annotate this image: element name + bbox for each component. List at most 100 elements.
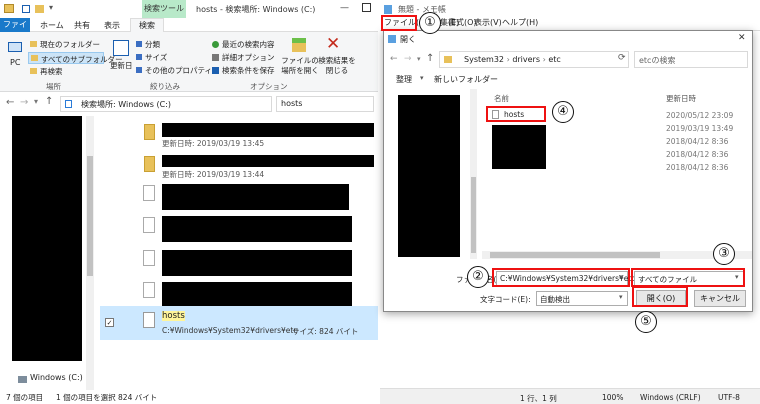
- notepad-title: 無題 - メモ帳: [398, 5, 446, 14]
- advanced-options-button[interactable]: 詳細オプション: [222, 52, 275, 63]
- dialog-forward-icon[interactable]: →: [404, 54, 412, 64]
- dialog-up-icon[interactable]: ↑: [426, 53, 434, 64]
- list-item[interactable]: [100, 214, 378, 246]
- selected-file-size: サイズ: 824 バイト: [292, 327, 359, 336]
- dialog-search-placeholder: etcの検索: [639, 56, 676, 65]
- encoding-select[interactable]: 自動検出 ▾: [536, 291, 628, 306]
- file-icon: [143, 312, 155, 328]
- selection-checkbox[interactable]: ✓: [105, 318, 114, 327]
- result-name-redacted: [162, 123, 374, 137]
- kind-button[interactable]: 分類: [145, 39, 160, 50]
- encoding-select-value: 自動検出: [540, 295, 570, 304]
- breadcrumb-drivers[interactable]: drivers: [512, 55, 540, 64]
- file-explorer-window: ▾ 検索ツール hosts - 検索場所: Windows (C:) — ファイ…: [0, 0, 378, 404]
- dialog-search-box[interactable]: etcの検索: [634, 51, 748, 68]
- results-list: 更新日時: 2019/03/19 13:45 更新日時: 2019/03/19 …: [100, 116, 378, 390]
- file-list-hscrollbar-thumb[interactable]: [490, 252, 660, 258]
- menu-help[interactable]: ヘルプ(H): [502, 17, 538, 28]
- new-folder-button[interactable]: 新しいフォルダー: [434, 74, 498, 85]
- tab-share[interactable]: 共有: [74, 20, 90, 31]
- organize-button[interactable]: 整理: [396, 74, 412, 85]
- list-item[interactable]: 更新日時: 2019/03/19 13:44: [100, 150, 378, 182]
- file-list-hscrollbar[interactable]: [482, 251, 752, 259]
- column-header-date[interactable]: 更新日時: [666, 93, 696, 104]
- file-date: 2018/04/12 8:36: [666, 137, 729, 146]
- up-arrow-icon[interactable]: ↑: [45, 96, 53, 107]
- dialog-recent-icon[interactable]: ▾: [417, 55, 421, 63]
- highlight-file-menu: [381, 15, 417, 31]
- qat-dropdown-icon[interactable]: ▾: [49, 3, 53, 12]
- close-search-results-button[interactable]: 検索結果を閉じる: [318, 56, 356, 76]
- current-folder-button[interactable]: 現在のフォルダー: [40, 39, 100, 50]
- size-button[interactable]: サイズ: [145, 52, 167, 63]
- breadcrumb-system32[interactable]: System32: [464, 55, 504, 64]
- organize-dropdown-icon: ▾: [420, 74, 424, 82]
- address-bar[interactable]: 検索場所: Windows (C:): [60, 96, 272, 112]
- nav-drive-item[interactable]: Windows (C:): [30, 373, 83, 382]
- recent-searches-button[interactable]: 最近の検索内容: [222, 39, 275, 50]
- selection-info: 1 個の項目を選択 824 バイト: [56, 393, 158, 402]
- forward-arrow-icon[interactable]: →: [20, 97, 28, 108]
- file-date: 2019/03/19 13:49: [666, 124, 734, 133]
- menu-view[interactable]: 表示(V): [474, 17, 502, 28]
- dialog-back-icon[interactable]: ←: [390, 54, 398, 64]
- back-arrow-icon[interactable]: ←: [6, 97, 14, 108]
- save-search-button[interactable]: 検索条件を保存: [222, 65, 275, 76]
- dialog-folder-icon: [444, 56, 452, 63]
- properties-icon: [136, 67, 142, 73]
- step-marker-4: ④: [552, 101, 574, 123]
- result-name-redacted: [162, 250, 352, 276]
- nav-redacted-block: [12, 116, 82, 361]
- app-icon: [4, 4, 14, 13]
- search-again-button[interactable]: 再検索: [40, 66, 63, 77]
- breadcrumb-etc[interactable]: etc: [548, 55, 560, 64]
- item-count: 7 個の項目: [6, 393, 44, 402]
- column-header-name[interactable]: 名前: [494, 93, 509, 104]
- dialog-title: 開く: [400, 35, 416, 44]
- nav-scrollbar[interactable]: [86, 116, 94, 390]
- dialog-icon: [388, 35, 396, 43]
- nav-scrollbar-thumb[interactable]: [87, 156, 93, 276]
- search-box[interactable]: hosts: [276, 96, 374, 112]
- highlight-filename-input: [492, 268, 630, 287]
- tab-home[interactable]: ホーム: [40, 20, 64, 31]
- dialog-nav-scrollbar-thumb[interactable]: [471, 177, 476, 253]
- kind-icon: [136, 41, 142, 47]
- result-name-redacted: [162, 155, 374, 167]
- qat-folder-icon[interactable]: [35, 5, 44, 13]
- zoom-level: 100%: [602, 393, 624, 402]
- list-item[interactable]: [100, 246, 378, 278]
- qat-save-icon[interactable]: [22, 5, 30, 13]
- maximize-icon[interactable]: [362, 3, 371, 12]
- close-search-icon: ✕: [326, 34, 341, 54]
- dialog-address-bar[interactable]: System32 › drivers › etc: [439, 51, 629, 68]
- advanced-options-icon: [212, 54, 219, 61]
- dialog-nav-scrollbar[interactable]: [470, 89, 477, 259]
- file-icon: [143, 250, 155, 266]
- list-item[interactable]: [100, 182, 378, 214]
- selected-file-path: C:¥Windows¥System32¥drivers¥etc: [162, 326, 298, 335]
- explorer-titlebar: ▾ 検索ツール hosts - 検索場所: Windows (C:) —: [0, 0, 378, 18]
- address-row: ← → ▾ ↑ 検索場所: Windows (C:) hosts: [0, 92, 378, 116]
- result-name-redacted: [162, 216, 352, 242]
- dialog-close-icon[interactable]: ✕: [738, 33, 746, 43]
- minimize-icon[interactable]: —: [340, 3, 349, 13]
- open-file-location-button[interactable]: ファイルの場所を開く: [280, 56, 320, 76]
- pc-icon[interactable]: [8, 42, 22, 52]
- selected-list-item[interactable]: ✓ hosts C:¥Windows¥System32¥drivers¥etc …: [100, 306, 378, 340]
- encoding-dropdown-icon[interactable]: ▾: [619, 293, 623, 301]
- highlight-hosts-file: [486, 106, 546, 122]
- date-modified-button[interactable]: 更新日: [110, 60, 133, 71]
- list-item[interactable]: 更新日時: 2019/03/19 13:45: [100, 118, 378, 150]
- tab-search[interactable]: 検索: [130, 18, 164, 32]
- tab-file[interactable]: ファイル: [0, 18, 30, 43]
- cancel-button[interactable]: キャンセル: [694, 290, 746, 307]
- current-folder-icon: [30, 41, 37, 47]
- folder-icon: [144, 124, 155, 140]
- other-properties-button[interactable]: その他のプロパティ: [145, 65, 212, 76]
- recent-dropdown-icon[interactable]: ▾: [34, 97, 38, 106]
- dialog-refresh-icon[interactable]: ⟳: [618, 53, 626, 63]
- menu-format[interactable]: 書式(O): [448, 17, 477, 28]
- tab-view[interactable]: 表示: [104, 20, 120, 31]
- pc-button-label[interactable]: PC: [10, 58, 20, 67]
